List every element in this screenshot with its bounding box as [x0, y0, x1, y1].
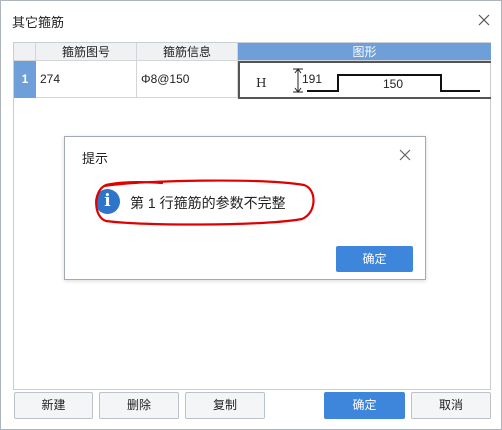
dialog-close-icon[interactable]	[395, 145, 415, 165]
column-header-info[interactable]: 箍筋信息	[137, 43, 238, 61]
info-icon: i	[95, 189, 120, 214]
delete-button[interactable]: 删除	[99, 392, 179, 419]
alert-dialog: 提示 i 第 1 行箍筋的参数不完整 确定	[64, 136, 426, 280]
dialog-title: 提示	[82, 151, 109, 166]
hoop-shape-drawing	[293, 68, 480, 93]
cell-shape-no[interactable]: 274	[36, 61, 137, 98]
cell-info[interactable]: Φ8@150	[137, 61, 238, 98]
shape-width-label: 150	[383, 77, 404, 91]
column-header-shape-no[interactable]: 箍筋图号	[36, 43, 137, 61]
copy-button[interactable]: 复制	[185, 392, 265, 419]
shape-height-label: 191	[302, 72, 323, 86]
cell-shape[interactable]: H 191 150	[238, 61, 491, 99]
row-index[interactable]: 1	[14, 61, 36, 98]
close-icon[interactable]	[473, 9, 495, 31]
new-button[interactable]: 新建	[14, 392, 93, 419]
ok-button[interactable]: 确定	[324, 392, 405, 419]
hoop-dialog-window: 其它箍筋 箍筋图号 箍筋信息 图形 1 274 Φ8@150 H 191 150	[0, 0, 502, 430]
title-bar: 其它箍筋	[1, 1, 501, 39]
column-header-shape[interactable]: 图形	[238, 43, 491, 61]
table-corner-header	[14, 43, 36, 61]
dialog-ok-button[interactable]: 确定	[336, 246, 413, 272]
window-title: 其它箍筋	[12, 15, 65, 30]
dialog-message: 第 1 行箍筋的参数不完整	[130, 195, 286, 211]
shape-letter: H	[256, 76, 267, 90]
cancel-button[interactable]: 取消	[411, 392, 491, 419]
